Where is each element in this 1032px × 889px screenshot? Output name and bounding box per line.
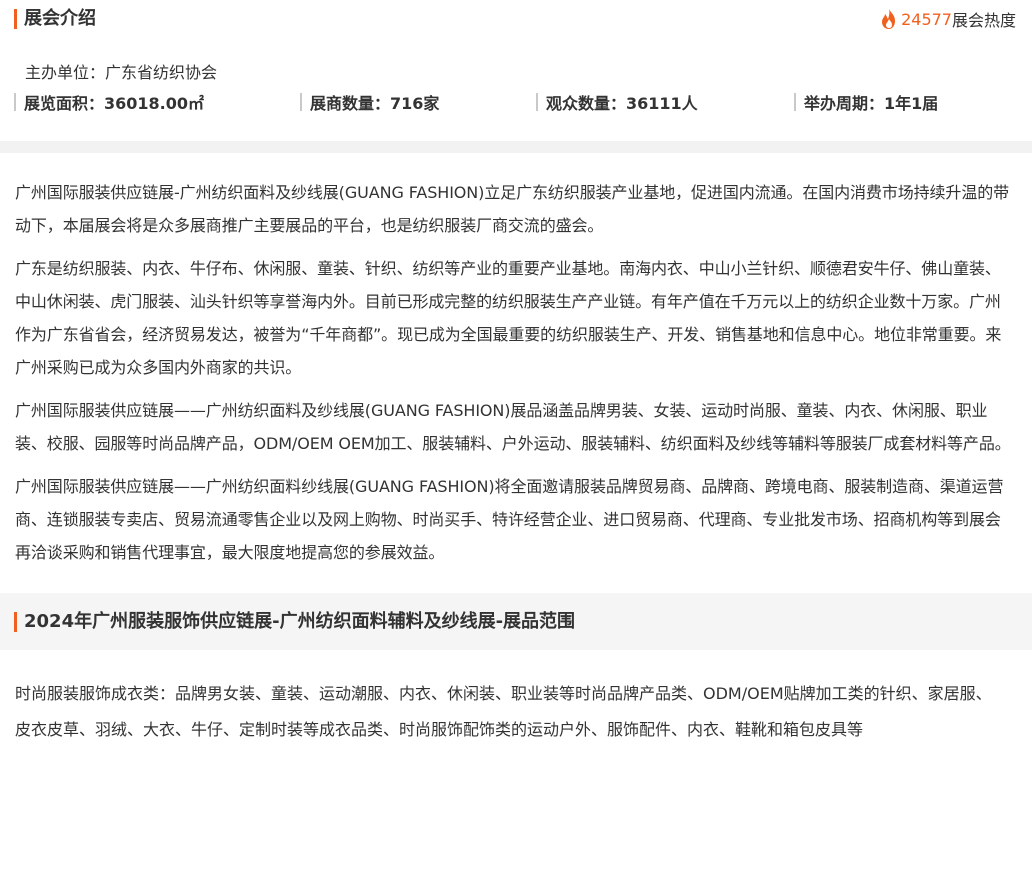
stat-divider (536, 93, 538, 111)
stat-divider (14, 93, 16, 111)
description-paragraph: 广东是纺织服装、内衣、牛仔布、休闲服、童装、针织、纺织等产业的重要产业基地。南海… (15, 259, 1002, 377)
stat-text: 观众数量：36111人 (546, 94, 698, 113)
flame-icon (882, 9, 896, 29)
stat-divider (794, 93, 796, 111)
stat-visitor-count: 观众数量：36111人 (536, 90, 698, 114)
heat-label: 展会热度 (951, 11, 1016, 30)
exhibition-intro-panel: 展会介绍 24577 展会热度 主办单位：广东省纺织协会 展览面积：36018.… (0, 0, 1032, 141)
range-section: 时尚服装服饰成衣类：品牌男女装、童装、运动潮服、内衣、休闲装、职业装等时尚品牌产… (0, 650, 1032, 748)
stat-text: 举办周期：1年1届 (804, 94, 939, 113)
heat-count: 24577 (901, 9, 952, 29)
description-paragraph: 广州国际服装供应链展——广州纺织面料纱线展(GUANG FASHION)将全面邀… (15, 477, 1004, 562)
stat-exhibition-area: 展览面积：36018.00㎡ (14, 90, 204, 114)
stat-exhibitor-count: 展商数量：716家 (300, 90, 439, 114)
description-paragraph: 广州国际服装供应链展-广州纺织面料及纱线展(GUANG FASHION)立足广东… (15, 183, 1010, 235)
range-title: 2024年广州服装服饰供应链展-广州纺织面料辅料及纱线展-展品范围 (24, 610, 576, 632)
range-header: 2024年广州服装服饰供应链展-广州纺织面料辅料及纱线展-展品范围 (0, 593, 1032, 650)
range-paragraph: 时尚服装服饰成衣类：品牌男女装、童装、运动潮服、内衣、休闲装、职业装等时尚品牌产… (15, 684, 992, 739)
stats-row: 展览面积：36018.00㎡ 展商数量：716家 观众数量：36111人 举办周… (14, 90, 1018, 114)
stat-text: 展览面积：36018.00㎡ (24, 94, 205, 113)
intro-header: 展会介绍 (14, 8, 96, 30)
stat-frequency: 举办周期：1年1届 (794, 90, 938, 114)
heat-indicator: 24577 展会热度 (879, 7, 1016, 31)
description-section: 广州国际服装供应链展-广州纺织面料及纱线展(GUANG FASHION)立足广东… (0, 153, 1032, 569)
title-accent-bar (14, 9, 17, 29)
title-accent-bar (14, 611, 17, 632)
description-paragraph: 广州国际服装供应链展——广州纺织面料及纱线展(GUANG FASHION)展品涵… (15, 401, 1011, 453)
stat-divider (300, 93, 302, 111)
intro-title: 展会介绍 (24, 8, 96, 29)
section-gap (0, 141, 1032, 153)
organizer-text: 主办单位：广东省纺织协会 (25, 63, 218, 82)
stat-text: 展商数量：716家 (310, 94, 440, 113)
